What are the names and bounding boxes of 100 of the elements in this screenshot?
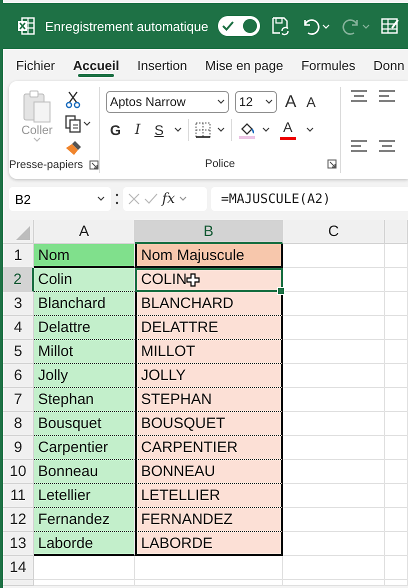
row-header[interactable]: 3 (3, 292, 34, 316)
table-cell[interactable]: BOUSQUET (135, 412, 283, 436)
ribbon-tab[interactable]: Insertion (128, 49, 196, 81)
table-cell[interactable]: Nom Majuscule (135, 244, 283, 268)
launcher-icon[interactable] (88, 160, 99, 170)
align-icon[interactable] (348, 89, 369, 103)
table-cell[interactable]: Jolly (34, 364, 135, 388)
table-cell[interactable]: BLANCHARD (135, 292, 283, 316)
empty-cell[interactable] (385, 364, 408, 388)
table-cell[interactable]: Colin (34, 268, 135, 292)
font-color-button[interactable]: A (276, 120, 300, 140)
row-header[interactable]: 1 (3, 244, 34, 268)
name-box[interactable]: B2 (9, 187, 111, 211)
empty-cell[interactable] (385, 580, 408, 586)
empty-cell[interactable] (385, 292, 408, 316)
font-size-field[interactable]: 12 (234, 91, 277, 113)
form-icon[interactable] (380, 16, 400, 36)
empty-cell[interactable] (385, 436, 408, 460)
table-cell[interactable]: COLIN (135, 268, 283, 292)
table-cell[interactable]: Stephan (34, 388, 135, 412)
empty-cell[interactable] (385, 484, 408, 508)
underline-button[interactable]: S (150, 122, 168, 138)
fill-color-icon[interactable] (238, 121, 256, 139)
cancel-icon[interactable] (128, 193, 140, 205)
ribbon-tab[interactable]: Accueil (64, 49, 128, 81)
align-icon[interactable] (376, 89, 397, 103)
table-cell[interactable]: Letellier (34, 484, 135, 508)
row-header[interactable]: 5 (3, 340, 34, 364)
group-label: Presse-papiers (9, 159, 83, 171)
table-cell[interactable]: Fernandez (34, 508, 135, 532)
table-cell[interactable]: Carpentier (34, 436, 135, 460)
row-header[interactable]: 12 (3, 508, 34, 532)
empty-cell[interactable] (385, 556, 408, 580)
insert-function-button[interactable]: fx (162, 191, 176, 207)
empty-cell[interactable] (135, 580, 283, 586)
font-name-field[interactable]: Aptos Narrow (106, 91, 229, 113)
row-header[interactable]: 11 (3, 484, 34, 508)
scissors-icon[interactable] (65, 91, 81, 109)
empty-cell[interactable] (385, 412, 408, 436)
autosave-toggle[interactable] (218, 16, 260, 36)
table-cell[interactable]: Bousquet (34, 412, 135, 436)
table-cell[interactable]: Blanchard (34, 292, 135, 316)
table-cell[interactable]: BONNEAU (135, 460, 283, 484)
bold-button[interactable]: G (106, 122, 125, 138)
row-header[interactable]: 14 (3, 556, 34, 580)
empty-cell[interactable] (385, 508, 408, 532)
row-header[interactable]: 4 (3, 316, 34, 340)
row-header[interactable]: 8 (3, 412, 34, 436)
enter-icon[interactable] (144, 193, 158, 205)
empty-cell[interactable] (385, 316, 408, 340)
align-icon[interactable] (376, 139, 397, 153)
empty-cell[interactable] (385, 532, 408, 556)
column-header[interactable]: C (283, 220, 385, 244)
row-header[interactable]: 9 (3, 436, 34, 460)
column-header[interactable]: B (135, 220, 283, 244)
borders-icon[interactable] (194, 122, 211, 138)
table-cell[interactable]: JOLLY (135, 364, 283, 388)
table-cell[interactable]: CARPENTIER (135, 436, 283, 460)
fill-handle[interactable] (277, 287, 285, 295)
column-header[interactable] (385, 220, 408, 244)
column-header[interactable]: A (34, 220, 135, 244)
empty-cell[interactable] (283, 556, 385, 580)
empty-cell[interactable] (385, 388, 408, 412)
table-cell[interactable]: LETELLIER (135, 484, 283, 508)
ribbon-tab[interactable]: Formules (292, 49, 364, 81)
align-icon[interactable] (348, 139, 369, 153)
empty-cell[interactable] (385, 460, 408, 484)
italic-button[interactable]: I (130, 122, 144, 138)
row-header[interactable] (3, 580, 34, 586)
copy-button[interactable] (65, 115, 91, 133)
row-header[interactable]: 7 (3, 388, 34, 412)
row-header[interactable]: 6 (3, 364, 34, 388)
table-cell[interactable]: Laborde (34, 532, 135, 556)
empty-cell[interactable] (135, 556, 283, 580)
table-cell[interactable]: Bonneau (34, 460, 135, 484)
row-header[interactable]: 10 (3, 460, 34, 484)
row-header[interactable]: 2 (3, 268, 34, 292)
launcher-icon[interactable] (326, 159, 337, 169)
formula-field[interactable]: =MAJUSCULE(A2) (211, 187, 408, 211)
shrink-font-button[interactable]: A (304, 94, 318, 110)
caret-icon (83, 121, 91, 127)
grow-font-button[interactable]: A (282, 92, 298, 112)
ribbon-tab[interactable]: Fichier (7, 49, 64, 81)
empty-cell[interactable] (385, 340, 408, 364)
table-cell[interactable]: LABORDE (135, 532, 283, 556)
brush-icon[interactable] (65, 139, 83, 157)
ribbon-tab[interactable]: Donn (364, 49, 408, 81)
ribbon-tab[interactable]: Mise en page (196, 49, 292, 81)
table-cell[interactable]: DELATTRE (135, 316, 283, 340)
row-header[interactable]: 13 (3, 532, 34, 556)
table-cell[interactable]: MILLOT (135, 340, 283, 364)
table-cell[interactable]: Delattre (34, 316, 135, 340)
save-icon[interactable] (270, 16, 290, 36)
empty-cell[interactable] (283, 580, 385, 586)
select-all-icon[interactable] (16, 226, 30, 240)
table-cell[interactable]: Millot (34, 340, 135, 364)
table-cell[interactable]: Nom (34, 244, 135, 268)
empty-cell[interactable] (385, 268, 408, 292)
table-cell[interactable]: STEPHAN (135, 388, 283, 412)
table-cell[interactable]: FERNANDEZ (135, 508, 283, 532)
